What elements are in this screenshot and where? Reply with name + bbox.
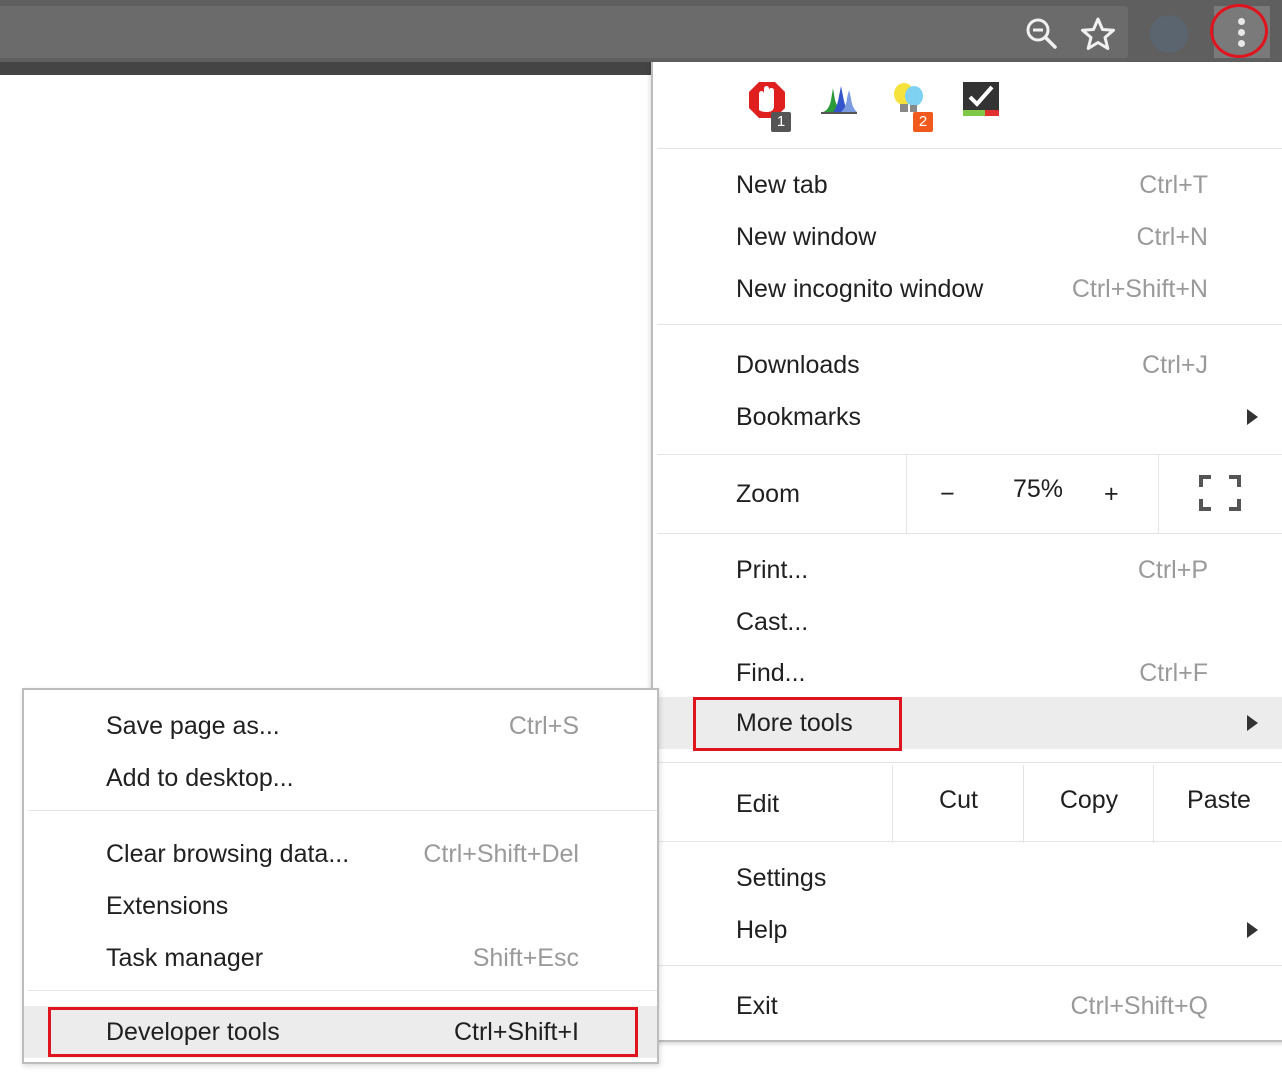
cut-button[interactable]: Cut: [893, 761, 1024, 839]
zoom-level-value: 75%: [1013, 475, 1064, 503]
menu-separator: [657, 841, 1282, 842]
paste-button[interactable]: Paste: [1154, 761, 1282, 839]
menu-item-shortcut: Ctrl+P: [1137, 556, 1208, 584]
menu-item-label: Help: [736, 916, 788, 944]
submenu-arrow-icon: [1247, 715, 1258, 731]
menu-item-new-window[interactable]: New window Ctrl+N: [653, 211, 1282, 263]
menu-item-label: Find...: [736, 659, 806, 687]
more-tools-submenu: Save page as... Ctrl+S Add to desktop...…: [22, 688, 659, 1064]
menu-item-downloads[interactable]: Downloads Ctrl+J: [653, 339, 1282, 391]
menu-item-shortcut: Ctrl+N: [1136, 223, 1208, 251]
menu-separator: [657, 965, 1282, 966]
menu-edit-row: Edit Cut Copy Paste: [653, 765, 1282, 843]
three-dot-vertical-icon: [1238, 18, 1245, 25]
extension-badge: 1: [771, 112, 791, 132]
menu-item-shortcut: Ctrl+Shift+Q: [1070, 992, 1208, 1020]
menu-item-clear-browsing-data[interactable]: Clear browsing data... Ctrl+Shift+Del: [24, 828, 657, 880]
menu-item-print[interactable]: Print... Ctrl+P: [653, 544, 1282, 596]
menu-item-label: Add to desktop...: [106, 764, 294, 792]
zoom-in-button[interactable]: +: [1104, 455, 1119, 533]
menu-item-shortcut: Shift+Esc: [472, 944, 579, 972]
menu-item-label: Developer tools: [106, 1018, 280, 1046]
checkmark-icon[interactable]: [961, 80, 1001, 120]
menu-item-label: New incognito window: [736, 275, 984, 303]
menu-item-label: Cast...: [736, 608, 809, 636]
menu-zoom-row: Zoom − 75% +: [653, 455, 1282, 533]
fullscreen-icon[interactable]: [1199, 475, 1241, 511]
menu-item-more-tools[interactable]: More tools: [653, 697, 1282, 749]
menu-separator: [657, 533, 1282, 534]
menu-item-find[interactable]: Find... Ctrl+F: [653, 647, 1282, 699]
menu-item-label: Bookmarks: [736, 403, 862, 431]
menu-separator: [657, 148, 1282, 149]
profile-avatar-icon[interactable]: [1150, 15, 1188, 53]
menu-item-shortcut: Ctrl+Shift+N: [1071, 275, 1208, 303]
edit-label: Edit: [736, 790, 780, 818]
menu-item-label: Downloads: [736, 351, 860, 379]
menu-item-shortcut: Ctrl+Shift+Del: [423, 840, 579, 868]
menu-item-label: More tools: [736, 709, 853, 737]
menu-item-label: Extensions: [106, 892, 229, 920]
browser-menu-button[interactable]: [1214, 6, 1270, 58]
menu-item-new-tab[interactable]: New tab Ctrl+T: [653, 159, 1282, 211]
browser-main-menu: 1 2 New tab Ctrl+T New window Ctrl+N New…: [651, 62, 1282, 1042]
menu-item-label: Save page as...: [106, 712, 280, 740]
zoom-divider: [906, 455, 907, 533]
lightbulb-icon[interactable]: 2: [889, 80, 933, 132]
menu-item-shortcut: Ctrl+J: [1142, 351, 1208, 379]
menu-item-help[interactable]: Help: [653, 904, 1282, 956]
menu-item-label: Print...: [736, 556, 809, 584]
extensions-row: 1 2: [653, 62, 1282, 148]
menu-item-cast[interactable]: Cast...: [653, 596, 1282, 648]
toolbar-bottom-bar: [0, 62, 655, 75]
chart-bars-icon[interactable]: [819, 80, 859, 120]
star-icon[interactable]: [1080, 16, 1116, 52]
menu-item-task-manager[interactable]: Task manager Shift+Esc: [24, 932, 657, 984]
menu-item-label: Task manager: [106, 944, 264, 972]
menu-item-shortcut: Ctrl+S: [508, 712, 579, 740]
zoom-label: Zoom: [736, 480, 800, 508]
menu-item-label: New tab: [736, 171, 828, 199]
menu-item-label: Clear browsing data...: [106, 840, 350, 868]
menu-item-label: Exit: [736, 992, 778, 1020]
menu-item-shortcut: Ctrl+T: [1139, 171, 1208, 199]
zoom-out-magnifier-icon[interactable]: [1024, 16, 1058, 50]
submenu-arrow-icon: [1247, 922, 1258, 938]
zoom-divider: [1158, 455, 1159, 533]
browser-toolbar: [0, 0, 1282, 62]
menu-item-bookmarks[interactable]: Bookmarks: [653, 391, 1282, 443]
menu-item-extensions[interactable]: Extensions: [24, 880, 657, 932]
menu-item-label: Settings: [736, 864, 827, 892]
menu-item-label: New window: [736, 223, 877, 251]
menu-item-shortcut: Ctrl+F: [1139, 659, 1208, 687]
menu-item-settings[interactable]: Settings: [653, 852, 1282, 904]
menu-separator: [28, 810, 657, 811]
submenu-arrow-icon: [1247, 409, 1258, 425]
menu-separator: [657, 324, 1282, 325]
adblock-icon[interactable]: 1: [747, 80, 791, 132]
menu-item-add-to-desktop[interactable]: Add to desktop...: [24, 752, 657, 804]
omnibox-area[interactable]: [0, 6, 1128, 58]
menu-item-exit[interactable]: Exit Ctrl+Shift+Q: [653, 980, 1282, 1032]
menu-separator: [28, 990, 657, 991]
extension-badge: 2: [913, 112, 933, 132]
menu-item-new-incognito-window[interactable]: New incognito window Ctrl+Shift+N: [653, 263, 1282, 315]
menu-item-developer-tools[interactable]: Developer tools Ctrl+Shift+I: [24, 1006, 657, 1058]
menu-item-save-page-as[interactable]: Save page as... Ctrl+S: [24, 700, 657, 752]
zoom-out-button[interactable]: −: [940, 455, 955, 533]
copy-button[interactable]: Copy: [1024, 761, 1154, 839]
menu-item-shortcut: Ctrl+Shift+I: [453, 1018, 579, 1046]
